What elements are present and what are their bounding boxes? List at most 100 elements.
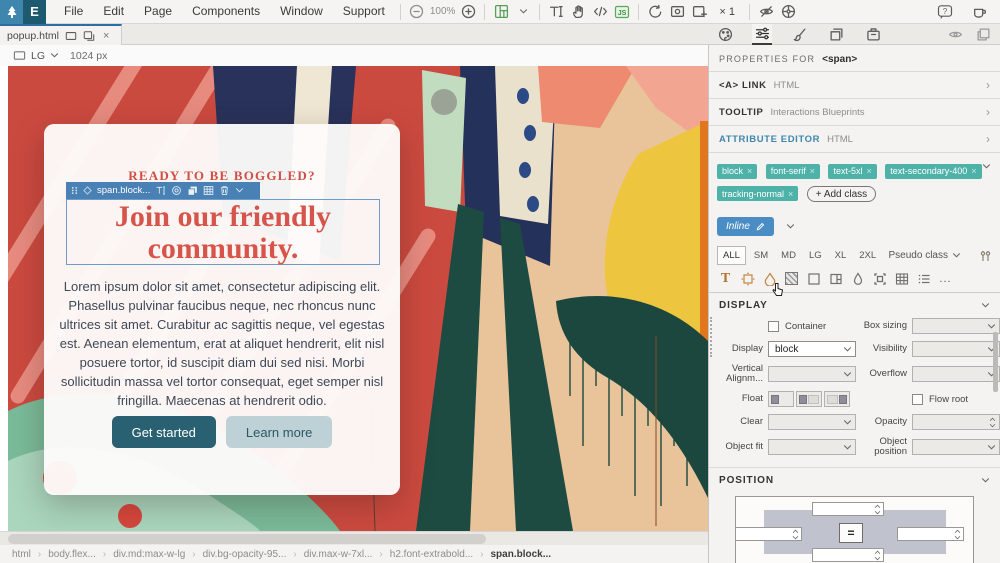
element-more-chevron-icon[interactable] [235, 187, 244, 194]
chevron-right-icon[interactable]: › [986, 105, 990, 119]
step-down-icon[interactable] [989, 423, 996, 428]
position-equal-button[interactable]: = [839, 523, 863, 543]
position-right-input[interactable] [897, 527, 964, 541]
chevron-right-icon[interactable]: › [986, 132, 990, 146]
grid-table-icon[interactable] [203, 185, 214, 196]
popup-heading[interactable]: Join our friendly community. [67, 200, 379, 265]
coffee-cup-icon[interactable] [968, 1, 990, 23]
list-icon[interactable] [916, 271, 931, 286]
diamond-select-icon[interactable] [83, 186, 92, 195]
breakpoint-sm[interactable]: SM [749, 247, 773, 264]
display-section-header[interactable]: DISPLAY [709, 293, 1000, 316]
object-position-select[interactable] [912, 439, 1000, 455]
visibility-select[interactable] [912, 341, 1000, 357]
typography-icon[interactable]: T [718, 271, 733, 286]
remove-class-icon[interactable]: × [971, 166, 976, 176]
popup-card[interactable]: READY TO BE BOGGLED? span.block... Join … [44, 124, 400, 495]
panel-duplicate-icon[interactable] [973, 24, 993, 45]
tab-browser-icon[interactable] [65, 30, 77, 42]
selected-span-outline[interactable]: Join our friendly community. [66, 199, 380, 265]
outline-dashed-icon[interactable] [872, 271, 887, 286]
breakpoint-chevron-icon[interactable] [50, 52, 59, 59]
link-html-section[interactable]: <A> LINK HTML › [709, 71, 1000, 98]
container-checkbox[interactable] [768, 320, 779, 332]
menu-window[interactable]: Window [270, 0, 333, 23]
class-pill-font-serif[interactable]: font-serif × [765, 163, 821, 179]
breadcrumb-h2[interactable]: h2.font-extrabold... [390, 549, 473, 560]
open-new-window-icon[interactable] [688, 1, 710, 23]
breadcrumb-html[interactable]: html [12, 549, 31, 560]
inline-style-button[interactable]: Inline [717, 217, 774, 236]
drag-handle-icon[interactable] [71, 186, 78, 195]
breakpoint-md[interactable]: MD [776, 247, 801, 264]
element-toolbar[interactable]: span.block... [66, 182, 260, 199]
chevron-right-icon[interactable]: › [986, 78, 990, 92]
breakpoint-2xl[interactable]: 2XL [854, 247, 881, 264]
archive-box-icon[interactable] [863, 24, 883, 45]
horizontal-scrollbar[interactable] [0, 531, 708, 545]
refresh-icon[interactable] [644, 1, 666, 23]
panel-eye-icon[interactable] [945, 24, 965, 45]
flow-root-checkbox[interactable] [912, 393, 923, 405]
duplicate-layers-icon[interactable] [187, 185, 198, 196]
table-grid-icon[interactable] [894, 271, 909, 286]
breakpoint-all[interactable]: ALL [717, 246, 746, 265]
breakpoint-lg[interactable]: LG [804, 247, 827, 264]
panel-resize-handle[interactable] [710, 317, 712, 357]
float-left-button[interactable] [768, 391, 794, 407]
remove-class-icon[interactable]: × [866, 166, 871, 176]
properties-sliders-icon[interactable] [752, 24, 772, 45]
overflow-select[interactable] [912, 366, 1000, 382]
object-fit-select[interactable] [768, 439, 856, 455]
remove-class-icon[interactable]: × [788, 189, 793, 199]
layout-panel-icon[interactable] [828, 271, 843, 286]
float-right-button[interactable] [824, 391, 850, 407]
design-canvas[interactable]: READY TO BE BOGGLED? span.block... Join … [0, 66, 708, 531]
layout-grid-icon[interactable] [490, 1, 512, 23]
filter-sliders-icon[interactable] [978, 249, 992, 263]
step-up-icon[interactable] [989, 417, 996, 422]
display-icon[interactable] [784, 271, 799, 286]
tooltip-section[interactable]: TOOLTIP Interactions Blueprints › [709, 98, 1000, 125]
breadcrumb-body[interactable]: body.flex... [48, 549, 96, 560]
visibility-off-icon[interactable] [755, 1, 777, 23]
hand-tool-icon[interactable] [567, 1, 589, 23]
spacing-icon[interactable] [740, 271, 755, 286]
clear-select[interactable] [768, 414, 856, 430]
brush-styles-icon[interactable] [789, 24, 809, 45]
pixel-ratio-label[interactable]: × 1 [719, 6, 735, 18]
position-left-input[interactable] [735, 527, 802, 541]
target-circle-icon[interactable] [171, 185, 182, 196]
horizontal-scrollbar-thumb[interactable] [8, 534, 486, 544]
remove-class-icon[interactable]: × [810, 166, 815, 176]
opacity-stepper[interactable] [912, 414, 1000, 430]
styles-palette-icon[interactable] [715, 24, 735, 45]
display-select[interactable]: block [768, 341, 856, 357]
breakpoint-xl[interactable]: XL [830, 247, 852, 264]
popup-body-text[interactable]: Lorem ipsum dolor sit amet, consectetur … [55, 277, 389, 410]
selected-element-chip[interactable]: span.block... [97, 185, 150, 196]
float-none-button[interactable] [796, 391, 822, 407]
tab-popup-html[interactable]: popup.html × [0, 24, 122, 45]
menu-components[interactable]: Components [182, 0, 270, 23]
more-categories-icon[interactable]: ... [938, 271, 953, 286]
pseudo-class-selector[interactable]: Pseudo class [889, 250, 961, 261]
position-bottom-input[interactable] [812, 548, 884, 562]
edit-text-icon[interactable] [155, 185, 166, 196]
class-pill-block[interactable]: block × [717, 163, 758, 179]
classes-chevron-icon[interactable] [982, 163, 991, 170]
js-panel-icon[interactable]: JS [611, 1, 633, 23]
breadcrumb-div-1[interactable]: div.md:max-w-lg [113, 549, 185, 560]
menu-file[interactable]: File [54, 0, 93, 23]
app-logo-icon[interactable] [0, 0, 23, 24]
position-top-input[interactable] [812, 502, 884, 516]
box-sizing-select[interactable] [912, 318, 1000, 334]
panel-scrollbar-thumb[interactable] [993, 332, 998, 392]
attribute-editor-section[interactable]: ATTRIBUTE EDITOR HTML › [709, 125, 1000, 152]
menu-edit[interactable]: Edit [93, 0, 134, 23]
zoom-out-icon[interactable] [406, 1, 428, 23]
tab-close-icon[interactable]: × [103, 30, 109, 42]
vertical-align-select[interactable] [768, 366, 856, 382]
breakpoint-selector[interactable]: LG [31, 50, 45, 62]
borders-icon[interactable] [806, 271, 821, 286]
